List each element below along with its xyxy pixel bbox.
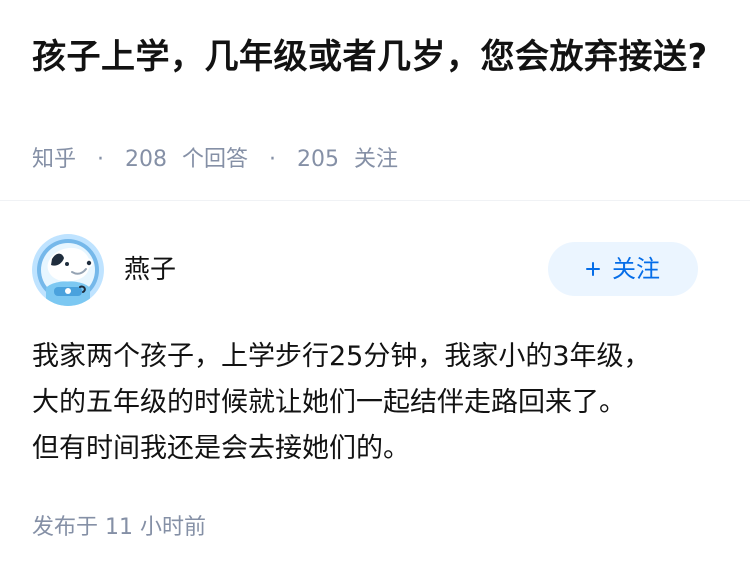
plus-icon [586, 262, 600, 276]
answer-line: 大的五年级的时候就让她们一起结伴走路回来了。 [32, 387, 626, 418]
meta-separator: · [97, 147, 105, 172]
answer-count: 208 [125, 147, 168, 172]
follower-count: 205 [297, 147, 340, 172]
zhihu-answer-page: 孩子上学，几年级或者几岁，您会放弃接送? 知乎 · 208 个回答 · 205 … [0, 0, 750, 580]
question-title[interactable]: 孩子上学，几年级或者几岁，您会放弃接送? [32, 32, 712, 82]
site-name[interactable]: 知乎 [32, 144, 76, 176]
astronaut-dog-avatar-icon[interactable] [32, 234, 104, 306]
answer-author-row: 燕子 关注 [32, 234, 698, 306]
meta-separator: · [269, 147, 277, 172]
section-divider [0, 200, 750, 201]
answer-line: 我家两个孩子，上学步行25分钟，我家小的3年级， [32, 341, 651, 372]
follower-count-label: 关注 [354, 147, 399, 172]
question-header: 孩子上学，几年级或者几岁，您会放弃接送? [32, 32, 712, 82]
answer-content[interactable]: 我家两个孩子，上学步行25分钟，我家小的3年级， 大的五年级的时候就让她们一起结… [32, 334, 718, 472]
follow-button-label: 关注 [612, 255, 660, 283]
author-name[interactable]: 燕子 [124, 252, 176, 288]
answer-line: 但有时间我还是会去接她们的。 [32, 433, 410, 464]
published-time: 发布于 11 小时前 [32, 515, 206, 540]
follow-button[interactable]: 关注 [548, 242, 698, 296]
answer-count-label: 个回答 [182, 147, 249, 172]
question-meta: 知乎 · 208 个回答 · 205 关注 [32, 144, 398, 176]
